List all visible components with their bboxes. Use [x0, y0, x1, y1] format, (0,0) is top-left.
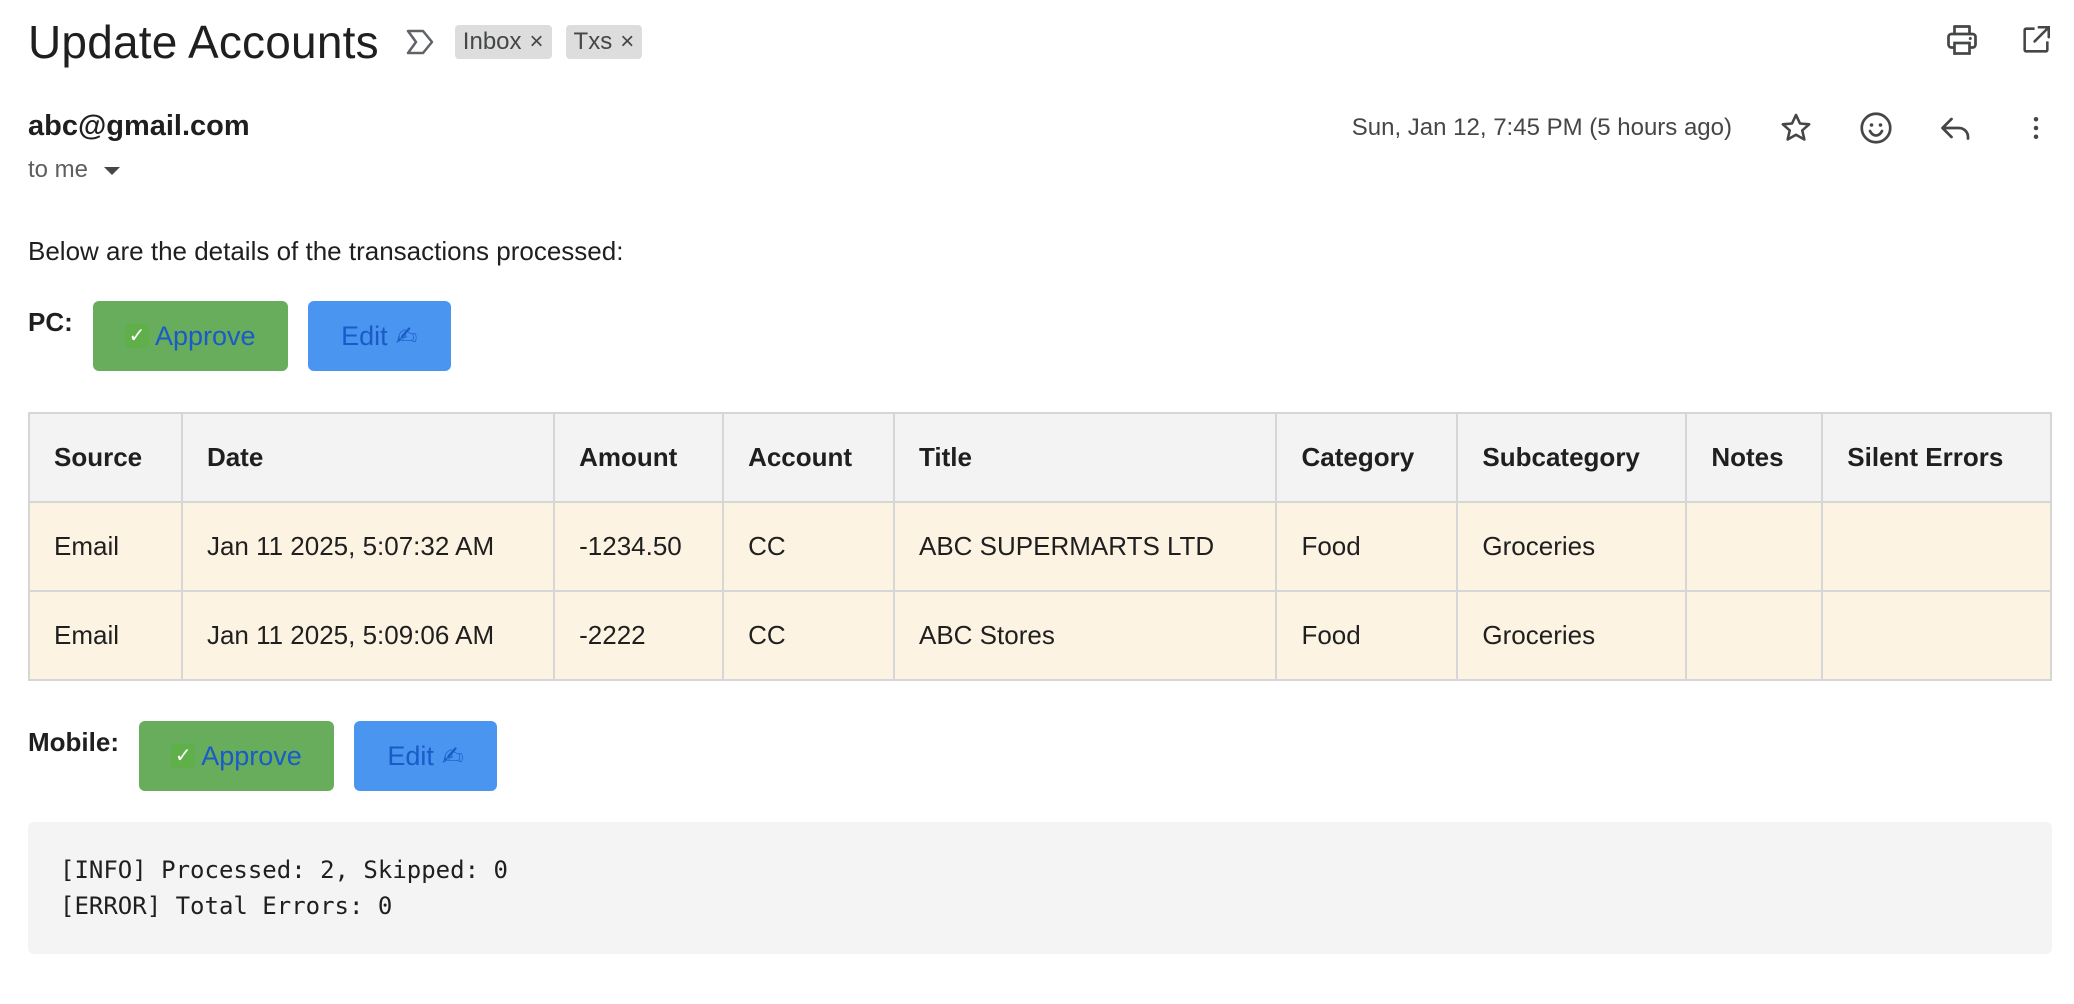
approve-label: Approve	[154, 320, 256, 351]
table-cell: -1234.50	[553, 501, 725, 592]
table-cell: Groceries	[1456, 501, 1688, 592]
column-header: Category	[1275, 412, 1459, 503]
pc-actions: PC: ✓ Approve Edit ✍	[28, 301, 451, 371]
table-header-row: Source Date Amount Account Title Categor…	[28, 412, 2052, 503]
table-cell: Food	[1275, 501, 1459, 592]
column-header: Date	[180, 412, 556, 503]
writing-hand-icon: ✍	[395, 320, 418, 351]
edit-label: Edit	[341, 320, 388, 351]
print-icon[interactable]	[1942, 20, 1982, 60]
column-header: Amount	[553, 412, 725, 503]
pc-approve-button[interactable]: ✓ Approve	[92, 301, 288, 371]
sender-email: abc@gmail.com	[28, 110, 250, 142]
important-label-icon[interactable]	[405, 24, 441, 60]
table-row: Email Jan 11 2025, 5:07:32 AM -1234.50 C…	[28, 501, 2052, 592]
table-cell: Food	[1275, 590, 1459, 681]
mobile-approve-button[interactable]: ✓ Approve	[139, 721, 334, 791]
reply-icon[interactable]	[1936, 108, 1976, 148]
email-view: Update Accounts Inbox × Txs × abc@gmail.…	[0, 0, 2074, 1004]
mobile-actions: Mobile: ✓ Approve Edit ✍	[28, 721, 497, 791]
label-chip-inbox[interactable]: Inbox ×	[454, 25, 552, 59]
table-cell: Jan 11 2025, 5:09:06 AM	[180, 590, 556, 681]
log-line: [ERROR] Total Errors: 0	[60, 892, 393, 920]
column-header: Silent Errors	[1821, 412, 2052, 503]
recipient-label: to me	[28, 156, 89, 183]
transactions-table: Source Date Amount Account Title Categor…	[28, 412, 2052, 681]
table-cell: ABC SUPERMARTS LTD	[892, 501, 1278, 592]
column-header: Notes	[1685, 412, 1824, 503]
table-cell: Groceries	[1456, 590, 1688, 681]
table-row: Email Jan 11 2025, 5:09:06 AM -2222 CC A…	[28, 590, 2052, 681]
open-in-new-window-icon[interactable]	[2016, 20, 2056, 60]
table-cell	[1821, 590, 2052, 681]
mobile-label: Mobile:	[28, 727, 119, 757]
chevron-down-icon[interactable]	[104, 167, 121, 175]
table-cell: CC	[722, 501, 895, 592]
email-date: Sun, Jan 12, 7:45 PM (5 hours ago)	[1351, 114, 1732, 141]
recipient-details[interactable]: to me	[28, 156, 121, 184]
column-header: Account	[722, 412, 895, 503]
label-chip-text: Txs	[573, 28, 613, 55]
label-chip-text: Inbox	[462, 28, 522, 55]
close-icon[interactable]: ×	[620, 30, 634, 54]
log-line: [INFO] Processed: 2, Skipped: 0	[60, 856, 508, 884]
table-cell	[1685, 501, 1824, 592]
table-cell	[1821, 501, 2052, 592]
edit-label: Edit	[387, 740, 434, 771]
check-mark-icon: ✓	[171, 744, 196, 768]
subject-row: Update Accounts Inbox × Txs ×	[28, 14, 643, 70]
processing-log: [INFO] Processed: 2, Skipped: 0 [ERROR] …	[28, 822, 2052, 954]
writing-hand-icon: ✍	[441, 740, 464, 771]
check-mark-icon: ✓	[124, 324, 149, 348]
label-chip-txs[interactable]: Txs ×	[565, 25, 643, 59]
table-cell: CC	[722, 590, 895, 681]
star-icon[interactable]	[1776, 108, 1816, 148]
email-intro-text: Below are the details of the transaction…	[28, 236, 624, 266]
table-cell: Jan 11 2025, 5:07:32 AM	[180, 501, 556, 592]
table-cell	[1685, 590, 1824, 681]
approve-label: Approve	[201, 740, 302, 771]
column-header: Source	[28, 412, 183, 503]
table-cell: Email	[28, 590, 183, 681]
column-header: Subcategory	[1456, 412, 1688, 503]
top-actions	[1942, 20, 2056, 60]
more-vertical-icon[interactable]	[2016, 108, 2056, 148]
emoji-reaction-icon[interactable]	[1856, 108, 1896, 148]
table-cell: -2222	[553, 590, 725, 681]
email-subject: Update Accounts	[28, 16, 379, 68]
column-header: Title	[892, 412, 1278, 503]
mobile-edit-button[interactable]: Edit ✍	[354, 721, 497, 791]
close-icon[interactable]: ×	[530, 30, 544, 54]
pc-label: PC:	[28, 307, 73, 337]
table-cell: Email	[28, 501, 183, 592]
message-meta: Sun, Jan 12, 7:45 PM (5 hours ago)	[1352, 108, 2056, 148]
pc-edit-button[interactable]: Edit ✍	[307, 301, 451, 371]
table-cell: ABC Stores	[892, 590, 1278, 681]
